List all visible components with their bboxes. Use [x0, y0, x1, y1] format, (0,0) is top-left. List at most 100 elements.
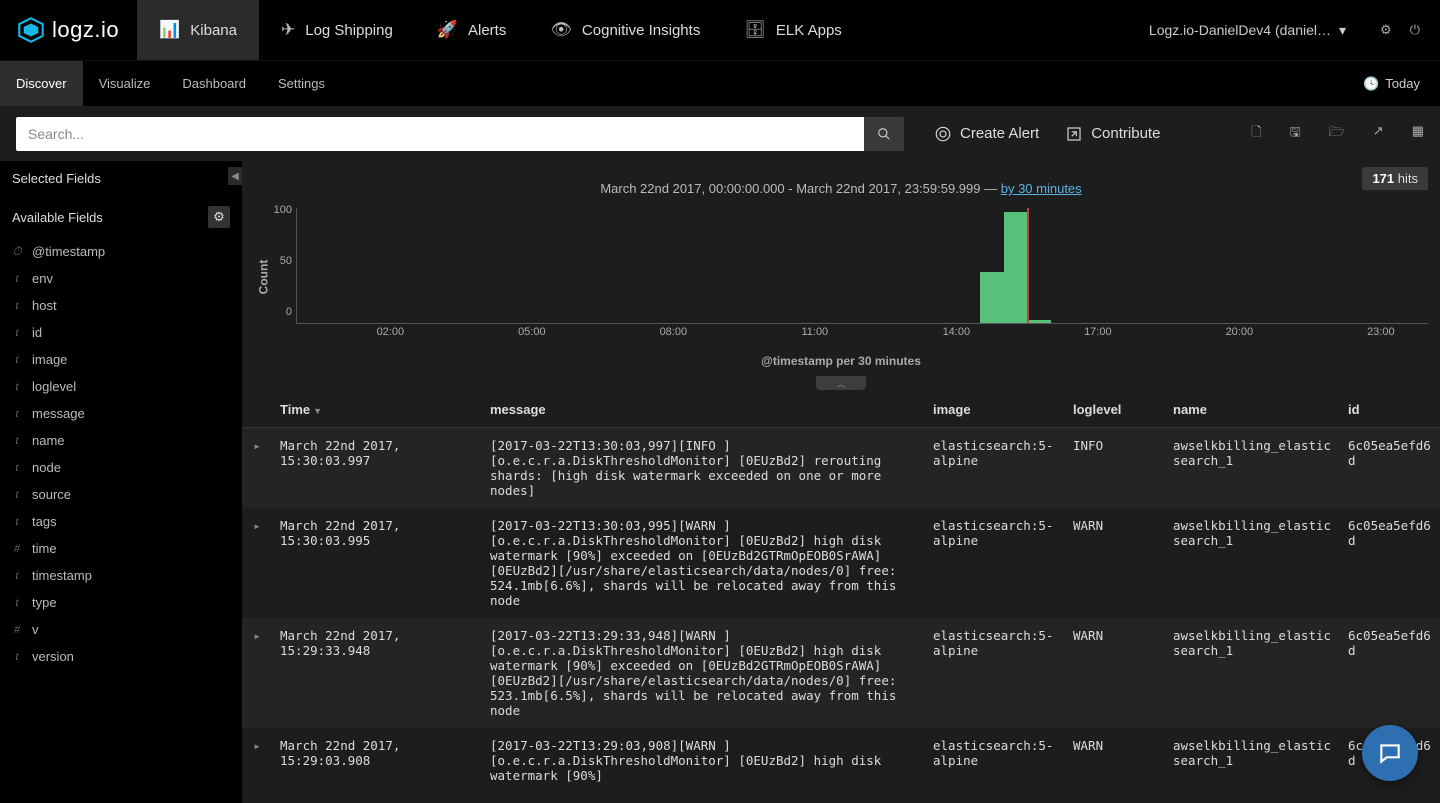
- field-type-icon: t: [12, 352, 22, 367]
- chevron-down-icon: ▾: [1339, 22, 1346, 39]
- contribute-button[interactable]: Contribute: [1065, 125, 1160, 143]
- results-table: Time▼messageimageloglevelnameid ▸March 2…: [242, 392, 1440, 793]
- tab-icon: ✈: [281, 20, 295, 40]
- account-menu[interactable]: Logz.io-DanielDev4 (daniel… ▾: [1135, 0, 1360, 60]
- discover-content: 171 hits March 22nd 2017, 00:00:00.000 -…: [242, 161, 1440, 803]
- expand-row-icon[interactable]: ▸: [242, 428, 272, 509]
- time-label: Today: [1385, 76, 1420, 91]
- field-message[interactable]: tmessage: [0, 400, 242, 427]
- hits-badge: 171 hits: [1362, 167, 1428, 190]
- tab-cognitive-insights[interactable]: 👁Cognitive Insights: [528, 0, 722, 60]
- subtab-dashboard[interactable]: Dashboard: [166, 61, 262, 106]
- field-type-icon: t: [12, 406, 22, 421]
- field-id[interactable]: tid: [0, 319, 242, 346]
- top-nav: logz.io 📊Kibana✈Log Shipping🚀Alerts👁Cogn…: [0, 0, 1440, 60]
- field-type-icon: ⏱: [12, 244, 22, 259]
- account-label: Logz.io-DanielDev4 (daniel…: [1149, 22, 1331, 38]
- subtab-discover[interactable]: Discover: [0, 61, 83, 106]
- field-loglevel[interactable]: tloglevel: [0, 373, 242, 400]
- field-type-icon: t: [12, 433, 22, 448]
- histogram-bar[interactable]: [1027, 320, 1051, 323]
- field-type-icon: t: [12, 298, 22, 313]
- collapse-chart-handle[interactable]: ︿: [816, 376, 866, 390]
- chat-widget[interactable]: [1362, 725, 1418, 781]
- clock-icon: 🕓: [1363, 76, 1379, 92]
- table-row: ▸March 22nd 2017, 15:30:03.997[2017-03-2…: [242, 428, 1440, 509]
- field-type[interactable]: ttype: [0, 589, 242, 616]
- field-type-icon: t: [12, 514, 22, 529]
- tab-elk-apps[interactable]: 🗄ELK Apps: [722, 0, 863, 60]
- table-row: ▸March 22nd 2017, 15:29:03.908[2017-03-2…: [242, 728, 1440, 793]
- field-env[interactable]: tenv: [0, 265, 242, 292]
- search-icon: [877, 127, 891, 141]
- field-type-icon: t: [12, 379, 22, 394]
- contribute-icon: [1065, 125, 1083, 143]
- field-type-icon: #: [12, 541, 22, 556]
- open-search-icon[interactable]: 🗁: [1329, 123, 1345, 145]
- field-type-icon: t: [12, 460, 22, 475]
- search-button[interactable]: [864, 117, 904, 151]
- field-time[interactable]: #time: [0, 535, 242, 562]
- subtab-settings[interactable]: Settings: [262, 61, 341, 106]
- col-message[interactable]: message: [482, 392, 925, 428]
- collapse-sidebar[interactable]: ◀: [228, 167, 242, 185]
- time-picker[interactable]: 🕓 Today: [1343, 61, 1440, 106]
- field-tags[interactable]: ttags: [0, 508, 242, 535]
- histogram-chart[interactable]: Count 050100 02:0005:0008:0011:0014:0017…: [242, 202, 1440, 352]
- time-range-label: March 22nd 2017, 00:00:00.000 - March 22…: [242, 161, 1440, 202]
- logout-icon[interactable]: ⏻: [1410, 22, 1420, 38]
- col-image[interactable]: image: [925, 392, 1065, 428]
- save-search-icon[interactable]: 🖫: [1290, 123, 1301, 145]
- brand-logo[interactable]: logz.io: [0, 0, 137, 60]
- field-v[interactable]: #v: [0, 616, 242, 643]
- fields-sidebar: ◀ Selected Fields Available Fields ⚙ ⏱@t…: [0, 161, 242, 803]
- field-version[interactable]: tversion: [0, 643, 242, 670]
- new-search-icon[interactable]: 🗋: [1251, 123, 1261, 145]
- sub-nav: DiscoverVisualizeDashboardSettings 🕓 Tod…: [0, 60, 1440, 106]
- expand-row-icon[interactable]: ▸: [242, 508, 272, 618]
- field-image[interactable]: timage: [0, 346, 242, 373]
- field-type-icon: #: [12, 622, 22, 637]
- tab-icon: 👁: [550, 20, 572, 40]
- field-host[interactable]: thost: [0, 292, 242, 319]
- field-type-icon: t: [12, 568, 22, 583]
- col-name[interactable]: name: [1165, 392, 1340, 428]
- field-timestamp[interactable]: ttimestamp: [0, 562, 242, 589]
- search-input[interactable]: [16, 117, 864, 151]
- expand-row-icon[interactable]: ▸: [242, 728, 272, 793]
- field-type-icon: t: [12, 271, 22, 286]
- alert-icon: [934, 125, 952, 143]
- table-row: ▸March 22nd 2017, 15:29:33.948[2017-03-2…: [242, 618, 1440, 728]
- expand-row-icon[interactable]: ▸: [242, 618, 272, 728]
- field-type-icon: t: [12, 325, 22, 340]
- tab-log-shipping[interactable]: ✈Log Shipping: [259, 0, 415, 60]
- tab-alerts[interactable]: 🚀Alerts: [415, 0, 529, 60]
- sort-desc-icon: ▼: [313, 406, 322, 416]
- logo-icon: [18, 17, 44, 43]
- table-row: ▸March 22nd 2017, 15:30:03.995[2017-03-2…: [242, 508, 1440, 618]
- field-type-icon: t: [12, 649, 22, 664]
- subtab-visualize[interactable]: Visualize: [83, 61, 167, 106]
- interval-link[interactable]: by 30 minutes: [1001, 181, 1082, 196]
- tab-icon: 🚀: [437, 20, 458, 40]
- col-time[interactable]: Time▼: [272, 392, 482, 428]
- chat-icon: [1377, 740, 1403, 766]
- field-node[interactable]: tnode: [0, 454, 242, 481]
- col-id[interactable]: id: [1340, 392, 1440, 428]
- gear-icon[interactable]: ⚙: [1380, 22, 1392, 38]
- share-icon[interactable]: ↗: [1373, 123, 1384, 145]
- fields-settings-icon[interactable]: ⚙: [208, 206, 230, 228]
- grid-icon[interactable]: ▦: [1412, 123, 1424, 145]
- histogram-bar[interactable]: [980, 272, 1004, 323]
- field-source[interactable]: tsource: [0, 481, 242, 508]
- field-timestamp[interactable]: ⏱@timestamp: [0, 238, 242, 265]
- histogram-bar[interactable]: [1004, 212, 1028, 323]
- col-loglevel[interactable]: loglevel: [1065, 392, 1165, 428]
- x-axis-title: @timestamp per 30 minutes: [242, 352, 1440, 376]
- tab-icon: 📊: [159, 20, 180, 40]
- field-type-icon: t: [12, 487, 22, 502]
- selected-fields-header: Selected Fields: [12, 171, 101, 186]
- tab-kibana[interactable]: 📊Kibana: [137, 0, 259, 60]
- create-alert-button[interactable]: Create Alert: [934, 125, 1039, 143]
- field-name[interactable]: tname: [0, 427, 242, 454]
